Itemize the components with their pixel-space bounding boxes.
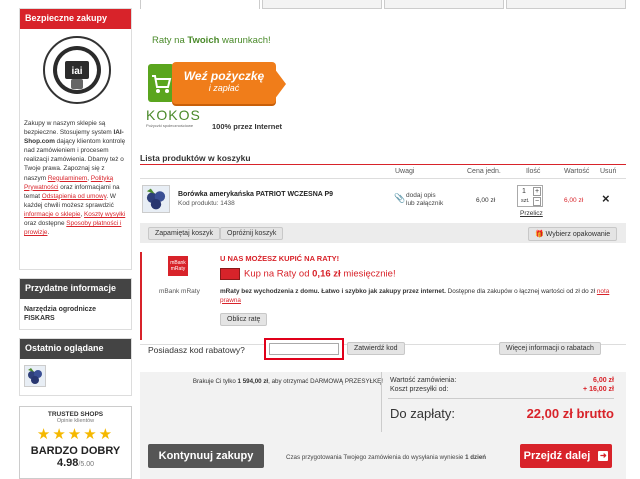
secure-shopping-box: Bezpieczne zakupy iai POWERED BY IAI-Sho… bbox=[19, 8, 132, 270]
remove-item-button[interactable]: × bbox=[602, 191, 610, 206]
rating-score: 4.98 bbox=[57, 457, 79, 469]
shipping-costs-link[interactable]: Koszty wysyłki bbox=[84, 211, 125, 218]
trusted-shops-title: TRUSTED SHOPS bbox=[47, 411, 104, 418]
regulations-link[interactable]: Regulaminem bbox=[48, 175, 87, 182]
shopping-cart-icon bbox=[152, 75, 172, 93]
quantity-plus-button[interactable]: + bbox=[533, 187, 541, 196]
add-note[interactable]: 📎 dodaj opis lub załącznik bbox=[394, 192, 443, 208]
header-notes: Uwagi bbox=[395, 168, 415, 175]
secure-shopping-text: Zakupy w naszym sklepie są bezpieczne. S… bbox=[24, 120, 126, 237]
mbank-offer: Kup na Raty od 0,16 zł miesięcznie! bbox=[220, 268, 396, 280]
header-unit-price: Cena jedn. bbox=[467, 168, 501, 175]
header-value: Wartość bbox=[564, 168, 590, 175]
rating-score-max: /5.00 bbox=[78, 461, 94, 468]
more-discounts-button[interactable]: Więcej informacji o rabatach bbox=[499, 342, 601, 355]
order-value-label: Wartość zamówienia: bbox=[390, 377, 457, 384]
blueberry-icon bbox=[28, 368, 42, 384]
banner-arrow-icon bbox=[274, 68, 286, 100]
total-value: 22,00 zł brutto bbox=[526, 406, 614, 421]
product-thumb[interactable] bbox=[142, 185, 170, 213]
continue-shopping-button[interactable]: Kontynuuj zakupy bbox=[148, 444, 264, 468]
cart-title: Lista produktów w koszyku bbox=[140, 153, 251, 163]
header-quantity: Ilość bbox=[526, 168, 541, 175]
iai-badge[interactable]: iai POWERED BY IAI-Shop.com bbox=[20, 29, 131, 109]
item-value: 6,00 zł bbox=[564, 197, 584, 204]
cart-icon-box bbox=[148, 64, 174, 102]
star-icon: ★ bbox=[52, 426, 68, 443]
quantity-minus-button[interactable]: − bbox=[533, 197, 541, 206]
prep-time-info: Czas przygotowania Twojego zamówienia do… bbox=[286, 454, 487, 461]
table-row: Borówka amerykańska PATRIOT WCZESNA P9 K… bbox=[140, 180, 626, 222]
rating-stars: ★★★★★ bbox=[20, 426, 131, 443]
kokos-logo: KOKOS Pożyczki społecznościowe bbox=[146, 107, 201, 128]
tab-1[interactable] bbox=[140, 0, 260, 9]
arrow-right-icon: ➜ bbox=[598, 451, 609, 462]
useful-info-heading: Przydatne informacje bbox=[20, 279, 131, 299]
quantity-unit: szt. bbox=[521, 198, 530, 204]
mbank-logo: mBank mRaty bbox=[168, 256, 188, 276]
clear-cart-button[interactable]: Opróżnij koszyk bbox=[220, 227, 284, 240]
shipping-value: + 16,00 zł bbox=[583, 386, 614, 393]
free-shipping-info: Brakuje Ci tylko 1 594,00 zł, aby otrzym… bbox=[192, 378, 383, 385]
proceed-button[interactable]: Przejdź dalej ➜ bbox=[520, 444, 612, 468]
recalculate-link[interactable]: Przelicz bbox=[520, 210, 543, 217]
mbank-description: mRaty bez wychodzenia z domu. Łatwo i sz… bbox=[220, 288, 610, 304]
useful-info-line2[interactable]: FISKARS bbox=[24, 314, 127, 323]
choose-packaging-button[interactable]: 🎁 Wybierz opakowanie bbox=[528, 227, 618, 241]
quantity-value: 1 bbox=[522, 188, 526, 195]
star-icon: ★ bbox=[98, 426, 115, 443]
total-label: Do zapłaty: bbox=[390, 406, 456, 421]
star-icon: ★ bbox=[36, 426, 53, 443]
product-code: Kod produktu: 1438 bbox=[178, 200, 235, 207]
tab-4[interactable] bbox=[506, 0, 626, 9]
cart-actions-bar: Zapamiętaj koszyk Opróżnij koszyk 🎁 Wybi… bbox=[140, 223, 626, 243]
recently-viewed-heading: Ostatnio oglądane bbox=[20, 339, 131, 359]
banner-internet: 100% przez Internet bbox=[212, 122, 283, 131]
trusted-shops-box[interactable]: TRUSTED SHOPS Opinie klientów ★★★★★ BARD… bbox=[19, 406, 132, 479]
rating-text: BARDZO DOBRY bbox=[30, 445, 121, 457]
remember-cart-button[interactable]: Zapamiętaj koszyk bbox=[148, 227, 220, 240]
order-value: 6,00 zł bbox=[592, 377, 614, 384]
gift-icon: 🎁 bbox=[535, 231, 544, 238]
recently-viewed-box: Ostatnio oglądane bbox=[19, 338, 132, 396]
unit-price: 6,00 zł bbox=[476, 197, 496, 204]
paperclip-icon: 📎 bbox=[394, 193, 406, 203]
product-name[interactable]: Borówka amerykańska PATRIOT WCZESNA P9 bbox=[178, 191, 333, 198]
shipping-label: Koszt przesyłki od: bbox=[390, 386, 449, 393]
blueberry-icon bbox=[146, 188, 166, 210]
loan-button[interactable]: Weź pożyczkę i zapłać bbox=[172, 62, 276, 104]
star-icon: ★ bbox=[83, 426, 99, 443]
tab-3[interactable] bbox=[384, 0, 504, 9]
banner-tagline: Raty na Twoich warunkach! bbox=[152, 35, 271, 46]
top-tabs bbox=[140, 0, 626, 10]
tab-2[interactable] bbox=[262, 0, 382, 9]
shop-info-link[interactable]: informacje o sklepie bbox=[24, 211, 80, 218]
mbank-label: mBank mRaty bbox=[159, 288, 200, 295]
coupon-input-wrap bbox=[264, 338, 344, 360]
useful-info-box: Przydatne informacje Narzędzia ogrodnicz… bbox=[19, 278, 132, 330]
summary-box: Brakuje Ci tylko 1 594,00 zł, aby otrzym… bbox=[140, 372, 626, 479]
mbank-title: U NAS MOŻESZ KUPIĆ NA RATY! bbox=[220, 254, 340, 263]
recent-product-thumb[interactable] bbox=[24, 365, 46, 387]
coupon-label: Posiadasz kod rabatowy? bbox=[148, 345, 245, 355]
iai-badge-icon: iai POWERED BY IAI-Shop.com bbox=[43, 36, 111, 104]
withdrawal-link[interactable]: Odstąpienia od umowy bbox=[42, 193, 107, 200]
trusted-shops-subtitle: Opinie klientów bbox=[56, 418, 95, 424]
main-content: Raty na Twoich warunkach! Weź pożyczkę i… bbox=[140, 10, 626, 479]
badge-logo-text: iai bbox=[71, 66, 82, 77]
header-remove: Usuń bbox=[600, 168, 617, 175]
secure-shopping-heading: Bezpieczne zakupy bbox=[20, 9, 131, 29]
kokos-banner[interactable]: Raty na Twoich warunkach! Weź pożyczkę i… bbox=[140, 28, 300, 131]
star-icon: ★ bbox=[67, 426, 84, 443]
mbank-small-logo bbox=[220, 268, 240, 280]
apply-coupon-button[interactable]: Zatwierdź kod bbox=[347, 342, 405, 355]
calculate-installment-button[interactable]: Oblicz ratę bbox=[220, 313, 268, 326]
coupon-input[interactable] bbox=[269, 343, 339, 355]
mbank-box: mBank mRaty mBank mRaty U NAS MOŻESZ KUP… bbox=[140, 252, 626, 340]
useful-info-line1[interactable]: Narzędzia ogrodnicze bbox=[24, 305, 127, 314]
quantity-stepper[interactable]: 1 szt. + − bbox=[517, 185, 543, 207]
